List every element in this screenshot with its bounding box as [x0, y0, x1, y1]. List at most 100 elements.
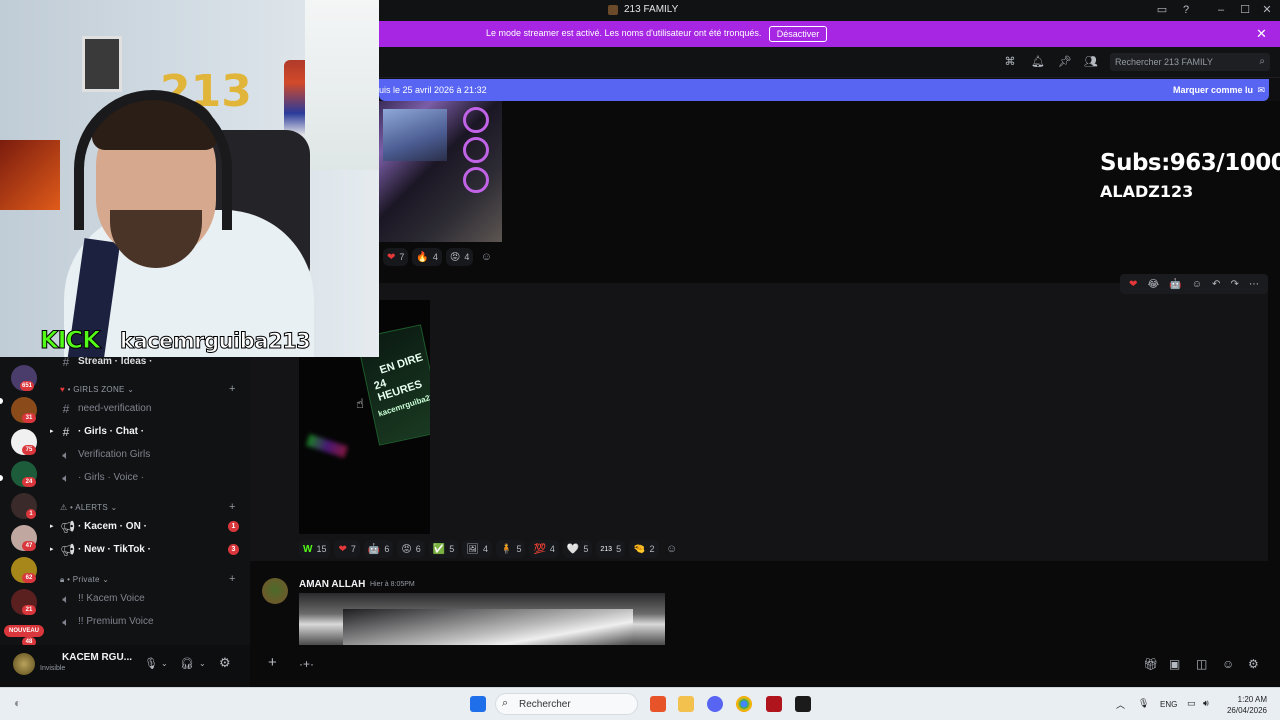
reaction-person[interactable]: 🧍 5 — [495, 540, 526, 558]
message-image-laptop[interactable] — [299, 593, 665, 645]
reaction-heart[interactable]: ❤ 7 — [383, 248, 409, 266]
quick-reaction-laugh[interactable]: 😂 — [1147, 279, 1159, 290]
reaction-picture[interactable]: 🖼 4 — [462, 540, 492, 558]
new-unreads-pill[interactable]: NOUVEAU — [4, 625, 44, 637]
reaction-213[interactable]: 213 5 — [596, 540, 626, 558]
chevron-down-icon[interactable]: ⌄ — [161, 659, 168, 668]
cast-icon[interactable]: ▭ — [1155, 3, 1169, 17]
text-channel-icon: # — [62, 402, 70, 416]
unread-pill — [0, 475, 3, 481]
reaction-angry[interactable]: 😡 4 — [445, 248, 474, 266]
add-channel-icon[interactable]: + — [229, 383, 236, 395]
close-icon[interactable]: ✕ — [1256, 26, 1267, 42]
gif-icon[interactable]: ▣ — [1169, 657, 1180, 671]
channel-item[interactable]: ▸ # · Girls · Chat · — [50, 423, 246, 441]
language-indicator[interactable]: ENG — [1160, 700, 1177, 709]
adobe-icon[interactable] — [766, 696, 782, 712]
message-author[interactable]: AMAN ALLAH — [299, 579, 365, 590]
reaction-heart[interactable]: ❤ 7 — [334, 540, 360, 558]
headphones-icon[interactable]: 🎧︎ — [180, 657, 194, 670]
add-reaction-icon[interactable]: ☺ — [1192, 279, 1202, 290]
reaction-w[interactable]: W 15 — [299, 540, 331, 558]
network-icon[interactable]: ▭ — [1187, 698, 1196, 709]
channel-item[interactable]: 🔈︎ · Girls · Voice · — [60, 469, 246, 487]
pin-icon[interactable]: 📌︎ — [1058, 56, 1072, 68]
user-panel: KACEM RGU... Invisible 🎙︎ ⌄ 🎧︎ ⌄ ⚙ — [0, 645, 250, 687]
discord-icon[interactable] — [707, 696, 723, 712]
channel-item[interactable]: ▸ 📢︎ · New · TikTok · 3 — [50, 541, 246, 559]
username[interactable]: KACEM RGU... — [62, 652, 132, 663]
chevron-right-icon: ▸ — [50, 428, 54, 435]
lock-icon: 🔒︎ — [60, 575, 65, 584]
help-icon[interactable]: ? — [1179, 3, 1193, 17]
fan-ring — [463, 167, 489, 193]
quick-reaction-heart[interactable]: ❤ — [1129, 279, 1137, 290]
reaction-robot[interactable]: 🤖 6 — [363, 540, 394, 558]
threads-icon[interactable]: ⌘ — [1004, 56, 1016, 68]
avatar[interactable] — [13, 653, 35, 675]
server-badge: 47 — [22, 541, 36, 551]
message-image-setup[interactable] — [379, 101, 502, 242]
jersey — [305, 0, 379, 170]
server-badge: 31 — [22, 413, 36, 423]
mark-as-read-button[interactable]: Marquer comme lu — [1173, 85, 1253, 95]
channel-item[interactable]: 🔈︎ !! Premium Voice — [60, 613, 246, 631]
activity-icon[interactable]: ⚙ — [1248, 657, 1259, 671]
search-input[interactable]: Rechercher 213 FAMILY ⌕ — [1110, 53, 1270, 71]
reaction-angry[interactable]: 😡 6 — [397, 540, 425, 558]
category-private[interactable]: 🔒︎ • Private ⌄ + — [60, 573, 235, 585]
chrome-icon[interactable] — [736, 696, 752, 712]
reaction-pinch[interactable]: 🤏 2 — [629, 540, 659, 558]
mouse-cursor-icon: ☝ — [356, 396, 364, 411]
disable-button[interactable]: Désactiver — [769, 26, 827, 42]
add-channel-icon[interactable]: + — [229, 573, 236, 585]
clock[interactable]: 1:20 AM 26/04/2026 — [1225, 694, 1267, 716]
quick-reaction-robot[interactable]: 🤖 — [1169, 279, 1181, 290]
channel-item[interactable]: 🔈︎ !! Kacem Voice — [60, 590, 246, 608]
reply-icon[interactable]: ↶ — [1212, 279, 1220, 290]
forward-icon[interactable]: ↷ — [1230, 279, 1238, 290]
apps-icon[interactable]: ·+· — [299, 657, 314, 671]
add-channel-icon[interactable]: + — [229, 501, 236, 513]
channel-item[interactable]: # need-verification — [60, 400, 246, 418]
message-composer[interactable]: + ·+· 🎁︎ ▣ ◫ ☺ ⚙ — [250, 645, 1280, 687]
voice-channel-icon: 🔈︎ — [62, 615, 70, 629]
microphone-icon[interactable]: 🎙︎ — [1138, 698, 1149, 709]
gift-icon[interactable]: 🎁︎ — [1143, 657, 1158, 671]
add-attachment-icon[interactable]: + — [268, 654, 277, 671]
category-girls-zone[interactable]: ♥ • GIRLS ZONE ⌄ + — [60, 383, 235, 395]
emoji-icon[interactable]: ☺ — [1222, 657, 1234, 671]
taskbar-search[interactable]: ⌕ Rechercher — [495, 693, 638, 715]
minimize-icon[interactable]: – — [1214, 3, 1228, 17]
reaction-white-heart[interactable]: 🤍 5 — [562, 540, 593, 558]
heart-icon: ♥ — [60, 385, 66, 394]
new-messages-bar[interactable]: uis le 25 avril 2026 à 21:32 Marquer com… — [379, 79, 1269, 101]
maximize-icon[interactable]: ☐ — [1238, 3, 1252, 17]
file-explorer-icon[interactable] — [678, 696, 694, 712]
reaction-fire[interactable]: 🔥 4 — [412, 248, 442, 266]
gear-icon[interactable]: ⚙ — [219, 655, 231, 671]
reaction-hundred[interactable]: 💯 4 — [529, 540, 559, 558]
add-reaction-icon[interactable]: ☺ — [663, 540, 681, 558]
microphone-icon[interactable]: 🎙︎ — [144, 657, 158, 670]
channel-item[interactable]: ▸ 📢︎ · Kacem · ON · 1 — [50, 518, 246, 536]
server-badge: 651 — [20, 381, 35, 391]
chevron-down-icon[interactable]: ⌄ — [199, 659, 206, 668]
avatar[interactable] — [262, 578, 288, 604]
start-icon[interactable] — [470, 696, 486, 712]
channel-item[interactable]: 🔈︎ Verification Girls — [60, 446, 246, 464]
app-icon[interactable] — [795, 696, 811, 712]
bell-icon[interactable]: 🔔︎ — [1031, 56, 1045, 68]
more-icon[interactable]: ⋯ — [1249, 279, 1259, 290]
brave-icon[interactable] — [650, 696, 666, 712]
chevron-up-icon[interactable]: ︿ — [1116, 698, 1125, 711]
category-alerts[interactable]: ⚠ • ALERTS ⌄ + — [60, 501, 235, 513]
close-icon[interactable]: ✕ — [1260, 3, 1274, 17]
volume-icon[interactable]: 🔊︎ — [1203, 698, 1209, 709]
add-reaction-icon[interactable]: ☺ — [477, 248, 495, 266]
reaction-check[interactable]: ✅ 5 — [428, 540, 459, 558]
alert-icon: ⚠ — [60, 503, 68, 512]
members-icon[interactable]: 👥︎ — [1084, 56, 1098, 68]
widgets-icon[interactable]: ◐ — [14, 696, 21, 710]
sticker-icon[interactable]: ◫ — [1196, 657, 1207, 671]
